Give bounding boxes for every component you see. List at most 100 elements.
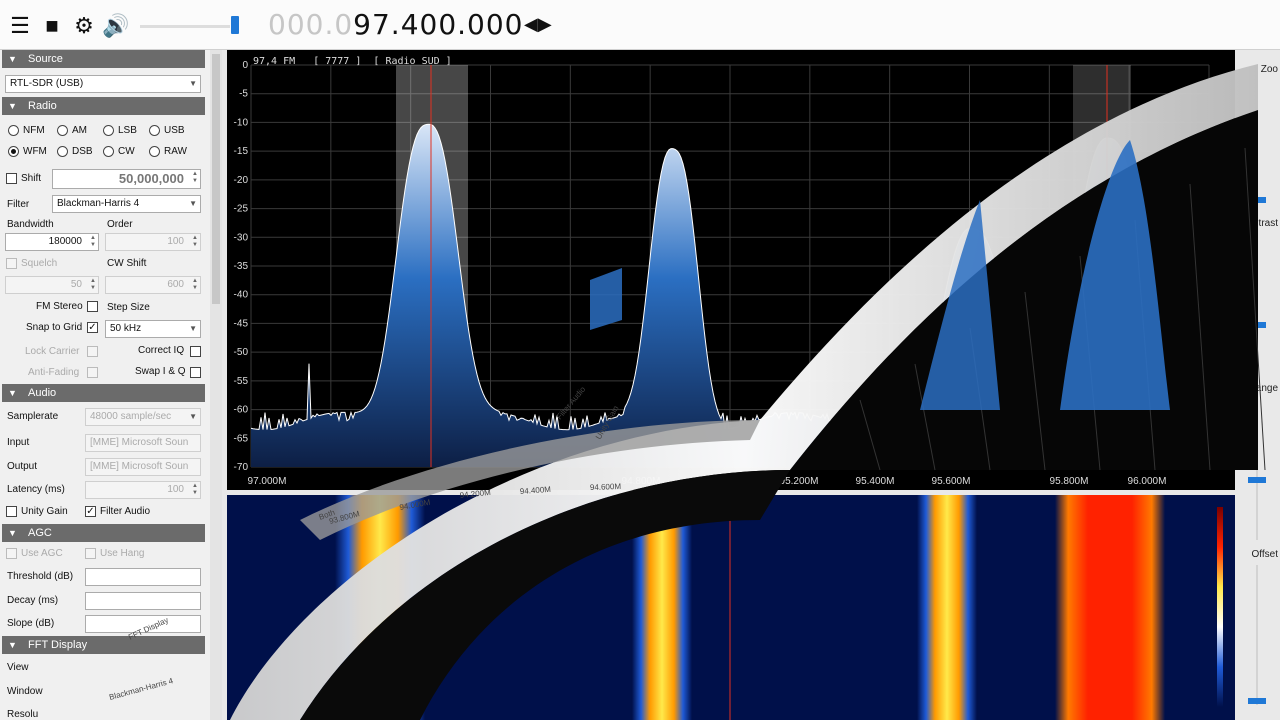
offset-slider-track[interactable]: [1256, 565, 1258, 705]
y-tick-label: -35: [234, 261, 249, 272]
waterfall-plot: [335, 495, 1223, 720]
mode-lsb-radio[interactable]: [103, 125, 114, 136]
shift-input[interactable]: 50,000,000 ▲ ▼: [52, 169, 201, 189]
source-device-select[interactable]: RTL-SDR (USB) ▼: [5, 75, 201, 93]
mode-cw-radio[interactable]: [103, 146, 114, 157]
y-tick-label: -65: [234, 433, 249, 444]
fm-stereo-label: FM Stereo: [36, 301, 83, 312]
use-hang-label: Use Hang: [100, 548, 145, 559]
unity-gain-checkbox[interactable]: [6, 506, 17, 517]
y-tick-label: -60: [234, 405, 249, 416]
range-slider-thumb[interactable]: [1248, 477, 1266, 483]
y-tick-label: -40: [234, 290, 249, 301]
display-controls-panel: Zoo Contrast Range Offset: [1236, 50, 1280, 720]
gear-icon[interactable]: ⚙: [72, 13, 96, 38]
waterfall-band: [917, 495, 977, 720]
frequency-display[interactable]: 000.097.400.000: [268, 7, 524, 43]
waterfall-display[interactable]: [227, 495, 1235, 720]
shift-value: 50,000,000: [118, 171, 184, 186]
mode-raw-radio[interactable]: [149, 146, 160, 157]
x-tick-label: 94.800M: [622, 476, 661, 487]
y-tick-label: -25: [234, 204, 249, 215]
input-device-select[interactable]: [MME] Microsoft Soun: [85, 434, 201, 452]
mode-usb-label: USB: [164, 125, 185, 136]
filter-label: Filter: [7, 199, 30, 210]
squelch-input[interactable]: 50 ▲ ▼: [5, 276, 99, 294]
x-tick-label: 95.200M: [780, 476, 819, 487]
mode-nfm-label: NFM: [23, 125, 45, 136]
chevron-down-icon: ▼: [189, 199, 197, 208]
spin-arrows-icon[interactable]: ▲ ▼: [90, 235, 96, 249]
mode-usb-radio[interactable]: [149, 125, 160, 136]
squelch-label: Squelch: [21, 258, 58, 269]
bandwidth-value: 180000: [48, 236, 82, 247]
offset-slider-thumb[interactable]: [1248, 698, 1266, 704]
shift-label: Shift: [21, 173, 42, 184]
cw-shift-input[interactable]: 600 ▲ ▼: [105, 276, 201, 294]
stop-icon[interactable]: ■: [40, 13, 64, 38]
audio-header[interactable]: Audio: [2, 384, 205, 402]
mode-dsb-radio[interactable]: [57, 146, 68, 157]
volume-slider-thumb[interactable]: [231, 16, 239, 34]
snap-to-grid-checkbox[interactable]: [87, 322, 98, 333]
y-tick-label: -50: [234, 347, 249, 358]
hamburger-icon[interactable]: ☰: [8, 13, 32, 38]
order-input[interactable]: 100 ▲ ▼: [105, 233, 201, 251]
decay-input[interactable]: [85, 592, 201, 610]
contrast-slider-thumb[interactable]: [1248, 322, 1266, 328]
agc-header[interactable]: AGC: [2, 524, 205, 542]
contrast-slider-track[interactable]: [1256, 234, 1258, 374]
mode-nfm-radio[interactable]: [8, 125, 19, 136]
step-size-select[interactable]: 50 kHz ▼: [105, 320, 201, 338]
zoom-slider-track[interactable]: [1256, 80, 1258, 210]
speaker-icon[interactable]: 🔊: [102, 13, 129, 38]
correct-iq-label: Correct IQ: [138, 345, 185, 356]
mode-wfm-radio[interactable]: [8, 146, 19, 157]
y-tick-label: -5: [239, 89, 248, 100]
source-device-value: RTL-SDR (USB): [10, 78, 84, 89]
mode-am-radio[interactable]: [57, 125, 68, 136]
bandwidth-input[interactable]: 180000 ▲ ▼: [5, 233, 99, 251]
spectrum-analyzer[interactable]: 0 -5 -10 -15 -20 -25 -30 -35 -40 -45 -50 -55 -60 -65 -…: [227, 50, 1235, 490]
squelch-checkbox[interactable]: [6, 258, 17, 269]
radio-header[interactable]: Radio: [2, 97, 205, 115]
left-right-arrows-icon[interactable]: ◀▶: [524, 14, 552, 35]
filter-audio-checkbox[interactable]: [85, 506, 96, 517]
sidebar-scrollbar[interactable]: [210, 50, 222, 720]
slope-input[interactable]: [85, 615, 201, 633]
waterfall-band: [632, 495, 692, 720]
spin-arrows-icon[interactable]: ▲ ▼: [192, 171, 198, 185]
filter-select[interactable]: Blackman-Harris 4 ▼: [52, 195, 201, 213]
step-size-label: Step Size: [107, 302, 150, 313]
range-slider-track[interactable]: [1256, 400, 1258, 540]
source-header[interactable]: Source: [2, 50, 205, 68]
correct-iq-checkbox[interactable]: [190, 346, 201, 357]
volume-slider-track[interactable]: [140, 25, 230, 28]
y-tick-label: -30: [234, 232, 249, 243]
range-label: Range: [1248, 383, 1278, 394]
squelch-value: 50: [70, 279, 82, 290]
control-sidebar: Source RTL-SDR (USB) ▼ Radio NFM AM LSB U…: [0, 50, 222, 720]
anti-fading-checkbox[interactable]: [87, 367, 98, 378]
samplerate-value: 48000 sample/sec: [90, 411, 172, 422]
use-agc-checkbox[interactable]: [6, 548, 17, 559]
lock-carrier-checkbox[interactable]: [87, 346, 98, 357]
scrollbar-thumb[interactable]: [212, 54, 220, 304]
waterfall-band: [335, 495, 425, 720]
latency-input[interactable]: 100 ▲ ▼: [85, 481, 201, 499]
samplerate-select[interactable]: 48000 sample/sec ▼: [85, 408, 201, 426]
fm-stereo-checkbox[interactable]: [87, 301, 98, 312]
output-device-select[interactable]: [MME] Microsoft Soun: [85, 458, 201, 476]
shift-checkbox[interactable]: [6, 173, 17, 184]
chevron-down-icon: ▼: [189, 412, 197, 421]
threshold-input[interactable]: [85, 568, 201, 586]
latency-value: 100: [167, 484, 184, 495]
use-hang-checkbox[interactable]: [85, 548, 96, 559]
fft-display-header[interactable]: FFT Display: [2, 636, 205, 654]
frequency-digits: 97.400.000: [353, 8, 524, 41]
swap-iq-checkbox[interactable]: [190, 367, 201, 378]
y-tick-label: -15: [234, 146, 249, 157]
color-scale: [1217, 507, 1223, 707]
swap-iq-label: Swap I & Q: [135, 366, 186, 377]
zoom-slider-thumb[interactable]: [1248, 197, 1266, 203]
